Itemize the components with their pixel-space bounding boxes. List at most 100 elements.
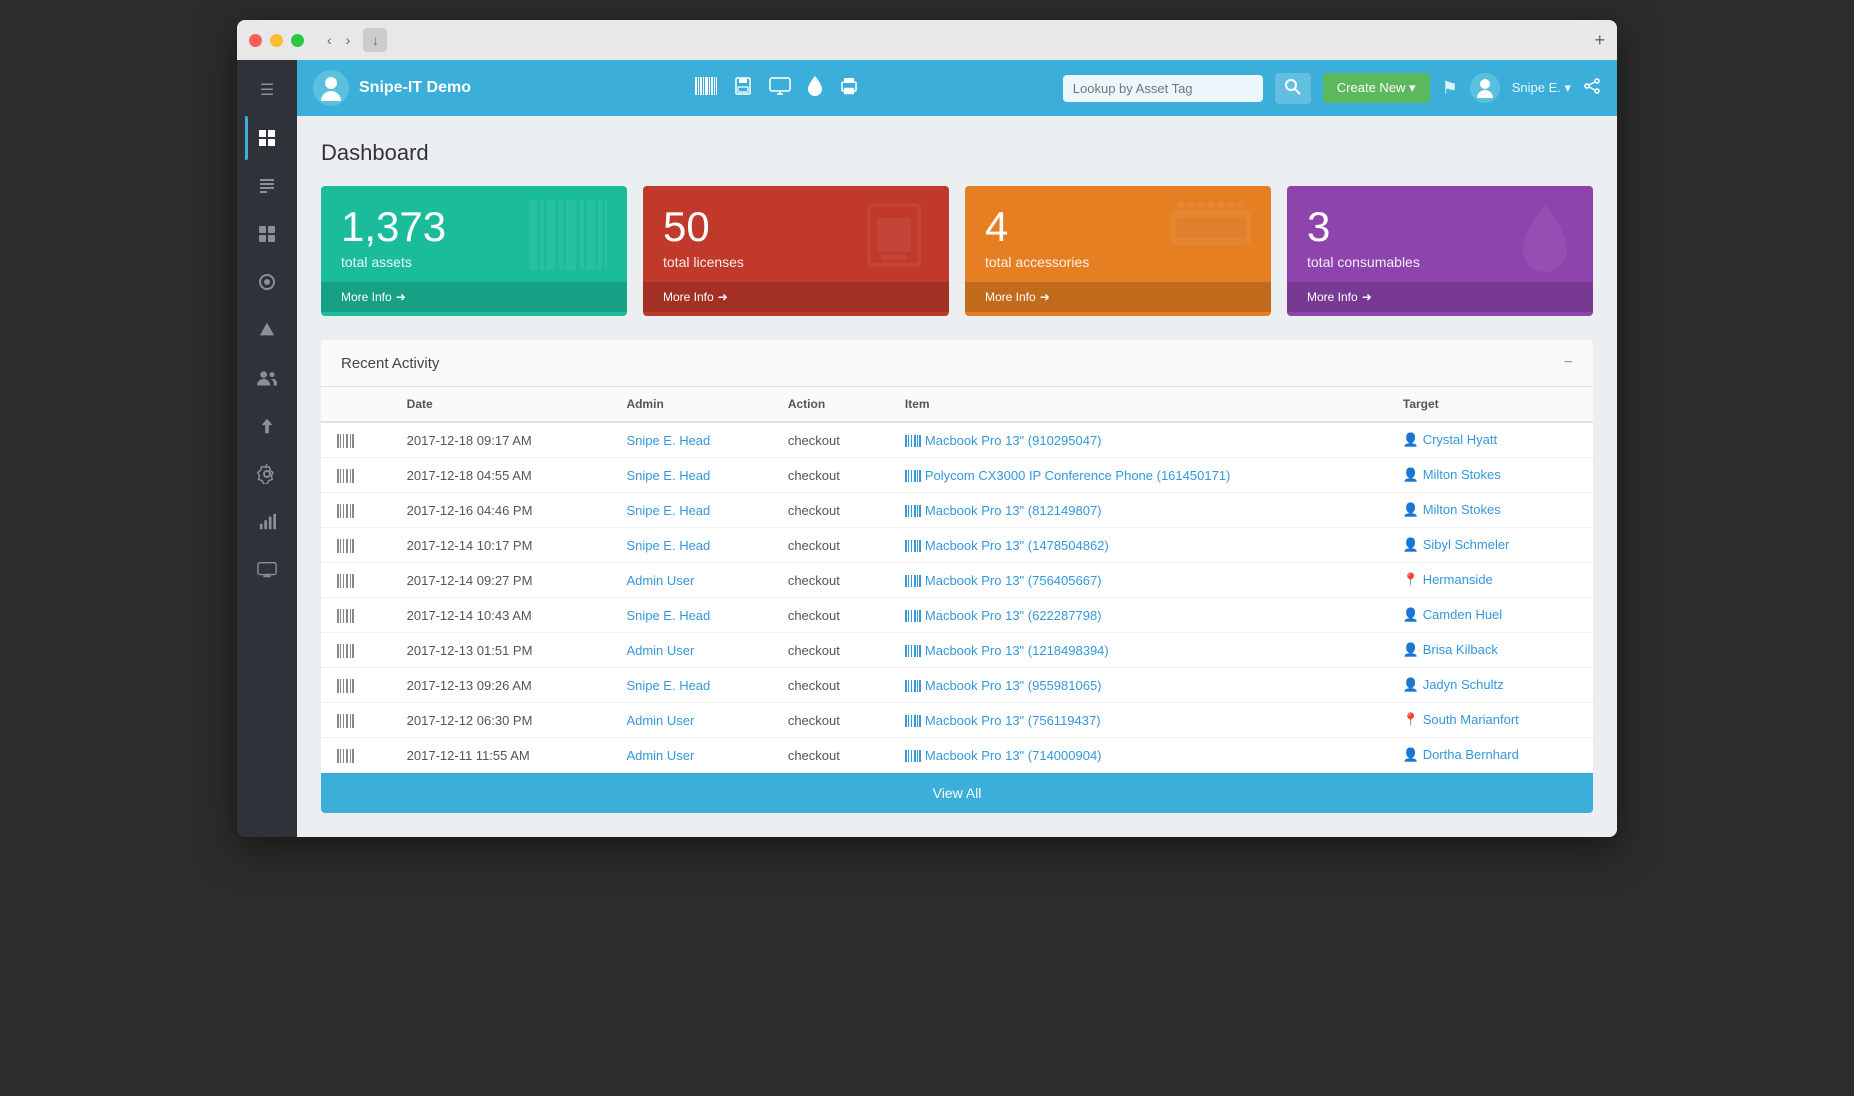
row-date: 2017-12-18 09:17 AM bbox=[391, 422, 611, 458]
reload-button[interactable]: ↓ bbox=[363, 28, 387, 52]
admin-link[interactable]: Snipe E. Head bbox=[626, 608, 710, 623]
sidebar-item-monitor[interactable] bbox=[245, 548, 289, 592]
row-target[interactable]: 👤 Milton Stokes bbox=[1387, 493, 1593, 528]
maximize-button[interactable] bbox=[291, 34, 304, 47]
row-admin[interactable]: Snipe E. Head bbox=[610, 458, 771, 493]
row-target[interactable]: 👤 Dortha Bernhard bbox=[1387, 738, 1593, 773]
item-link[interactable]: Macbook Pro 13" (1478504862) bbox=[925, 538, 1109, 553]
row-item[interactable]: Macbook Pro 13" (955981065) bbox=[889, 668, 1387, 703]
row-item[interactable]: Macbook Pro 13" (1478504862) bbox=[889, 528, 1387, 563]
row-item[interactable]: Polycom CX3000 IP Conference Phone (1614… bbox=[889, 458, 1387, 493]
row-admin[interactable]: Admin User bbox=[610, 738, 771, 773]
consumables-more-info[interactable]: More Info ➜ bbox=[1287, 282, 1593, 312]
licenses-more-info[interactable]: More Info ➜ bbox=[643, 282, 949, 312]
sidebar-item-consumables[interactable] bbox=[245, 260, 289, 304]
search-button[interactable] bbox=[1275, 73, 1311, 104]
item-link[interactable]: Macbook Pro 13" (714000904) bbox=[925, 748, 1102, 763]
row-admin[interactable]: Admin User bbox=[610, 703, 771, 738]
sidebar-item-reports[interactable] bbox=[245, 500, 289, 544]
target-link[interactable]: 👤 Sibyl Schmeler bbox=[1403, 537, 1510, 552]
admin-link[interactable]: Admin User bbox=[626, 573, 694, 588]
row-target[interactable]: 👤 Jadyn Schultz bbox=[1387, 668, 1593, 703]
col-admin: Admin bbox=[610, 387, 771, 422]
row-item[interactable]: Macbook Pro 13" (812149807) bbox=[889, 493, 1387, 528]
sidebar-item-settings[interactable] bbox=[245, 452, 289, 496]
save-nav-icon[interactable] bbox=[733, 76, 753, 101]
row-target[interactable]: 👤 Crystal Hyatt bbox=[1387, 422, 1593, 458]
admin-link[interactable]: Snipe E. Head bbox=[626, 503, 710, 518]
monitor-nav-icon[interactable] bbox=[769, 77, 791, 100]
row-admin[interactable]: Admin User bbox=[610, 633, 771, 668]
admin-link[interactable]: Admin User bbox=[626, 748, 694, 763]
accessories-more-info[interactable]: More Info ➜ bbox=[965, 282, 1271, 312]
new-tab-button[interactable]: + bbox=[1594, 30, 1605, 51]
sidebar-item-assets[interactable] bbox=[245, 116, 289, 160]
row-item[interactable]: Macbook Pro 13" (756405667) bbox=[889, 563, 1387, 598]
sidebar-item-licenses[interactable] bbox=[245, 164, 289, 208]
admin-link[interactable]: Snipe E. Head bbox=[626, 468, 710, 483]
target-link[interactable]: 👤 Jadyn Schultz bbox=[1403, 677, 1504, 692]
row-item[interactable]: Macbook Pro 13" (622287798) bbox=[889, 598, 1387, 633]
item-link[interactable]: Macbook Pro 13" (910295047) bbox=[925, 433, 1102, 448]
assets-more-info[interactable]: More Info ➜ bbox=[321, 282, 627, 312]
row-admin[interactable]: Snipe E. Head bbox=[610, 422, 771, 458]
target-link[interactable]: 👤 Brisa Kilback bbox=[1403, 642, 1498, 657]
row-target[interactable]: 👤 Brisa Kilback bbox=[1387, 633, 1593, 668]
item-link[interactable]: Macbook Pro 13" (756405667) bbox=[925, 573, 1102, 588]
view-all-button[interactable]: View All bbox=[321, 773, 1593, 813]
row-item[interactable]: Macbook Pro 13" (910295047) bbox=[889, 422, 1387, 458]
barcode-nav-icon[interactable] bbox=[695, 77, 717, 100]
target-link[interactable]: 👤 Dortha Bernhard bbox=[1403, 747, 1519, 762]
item-link[interactable]: Polycom CX3000 IP Conference Phone (1614… bbox=[925, 468, 1230, 483]
sidebar-item-upload[interactable] bbox=[245, 404, 289, 448]
flag-icon[interactable]: ⚑ bbox=[1442, 78, 1458, 99]
minimize-button[interactable] bbox=[270, 34, 283, 47]
item-link[interactable]: Macbook Pro 13" (1218498394) bbox=[925, 643, 1109, 658]
row-item[interactable]: Macbook Pro 13" (756119437) bbox=[889, 703, 1387, 738]
admin-link[interactable]: Snipe E. Head bbox=[626, 538, 710, 553]
row-admin[interactable]: Snipe E. Head bbox=[610, 528, 771, 563]
admin-link[interactable]: Snipe E. Head bbox=[626, 433, 710, 448]
row-item[interactable]: Macbook Pro 13" (714000904) bbox=[889, 738, 1387, 773]
sidebar-item-accessories[interactable] bbox=[245, 212, 289, 256]
admin-link[interactable]: Admin User bbox=[626, 713, 694, 728]
item-link[interactable]: Macbook Pro 13" (756119437) bbox=[925, 713, 1101, 728]
target-link[interactable]: 📍 Hermanside bbox=[1403, 572, 1493, 587]
row-admin[interactable]: Snipe E. Head bbox=[610, 668, 771, 703]
row-target[interactable]: 👤 Milton Stokes bbox=[1387, 458, 1593, 493]
share-icon[interactable] bbox=[1583, 77, 1601, 100]
col-item: Item bbox=[889, 387, 1387, 422]
target-link[interactable]: 👤 Crystal Hyatt bbox=[1403, 432, 1497, 447]
close-button[interactable] bbox=[249, 34, 262, 47]
asset-tag-search[interactable] bbox=[1063, 75, 1263, 102]
print-nav-icon[interactable] bbox=[839, 77, 859, 100]
drop-nav-icon[interactable] bbox=[807, 76, 823, 101]
row-admin[interactable]: Admin User bbox=[610, 563, 771, 598]
user-name[interactable]: Snipe E. ▾ bbox=[1512, 80, 1571, 96]
row-target[interactable]: 📍 South Marianfort bbox=[1387, 703, 1593, 738]
back-button[interactable]: ‹ bbox=[322, 30, 337, 50]
create-new-button[interactable]: Create New ▾ bbox=[1323, 73, 1430, 103]
collapse-button[interactable]: − bbox=[1564, 354, 1573, 372]
row-admin[interactable]: Snipe E. Head bbox=[610, 493, 771, 528]
target-link[interactable]: 👤 Camden Huel bbox=[1403, 607, 1502, 622]
target-link[interactable]: 👤 Milton Stokes bbox=[1403, 502, 1501, 517]
sidebar-item-menu[interactable]: ☰ bbox=[245, 68, 289, 112]
target-link[interactable]: 👤 Milton Stokes bbox=[1403, 467, 1501, 482]
assets-label: total assets bbox=[341, 254, 607, 270]
forward-button[interactable]: › bbox=[341, 30, 356, 50]
sidebar: ☰ bbox=[237, 60, 297, 837]
row-target[interactable]: 👤 Camden Huel bbox=[1387, 598, 1593, 633]
row-target[interactable]: 👤 Sibyl Schmeler bbox=[1387, 528, 1593, 563]
admin-link[interactable]: Admin User bbox=[626, 643, 694, 658]
row-admin[interactable]: Snipe E. Head bbox=[610, 598, 771, 633]
target-link[interactable]: 📍 South Marianfort bbox=[1403, 712, 1519, 727]
sidebar-item-users[interactable] bbox=[245, 356, 289, 400]
sidebar-item-components[interactable] bbox=[245, 308, 289, 352]
row-target[interactable]: 📍 Hermanside bbox=[1387, 563, 1593, 598]
admin-link[interactable]: Snipe E. Head bbox=[626, 678, 710, 693]
item-link[interactable]: Macbook Pro 13" (622287798) bbox=[925, 608, 1102, 623]
row-item[interactable]: Macbook Pro 13" (1218498394) bbox=[889, 633, 1387, 668]
item-link[interactable]: Macbook Pro 13" (955981065) bbox=[925, 678, 1102, 693]
item-link[interactable]: Macbook Pro 13" (812149807) bbox=[925, 503, 1102, 518]
